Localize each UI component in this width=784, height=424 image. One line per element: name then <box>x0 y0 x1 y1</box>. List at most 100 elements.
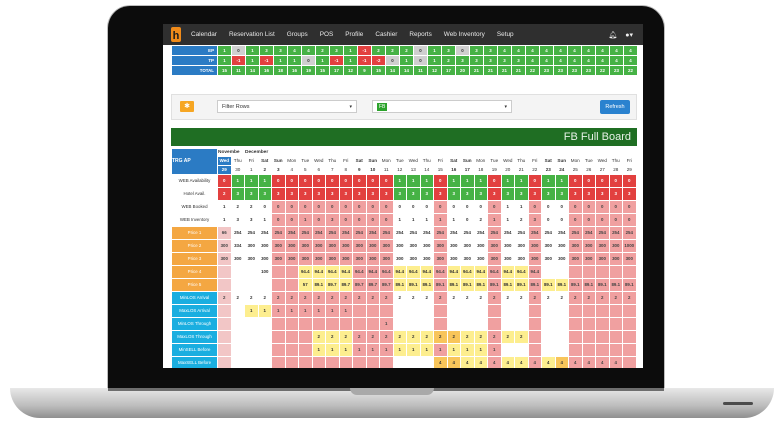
rate-cell[interactable]: 94.4 <box>473 265 488 279</box>
rate-cell[interactable]: 2 <box>271 291 286 305</box>
menu-item-reports[interactable]: Reports <box>409 31 431 38</box>
rate-cell[interactable]: 0 <box>581 213 596 227</box>
rate-cell[interactable]: 254 <box>446 226 461 240</box>
summary-cell[interactable]: 4 <box>595 55 610 66</box>
rate-cell[interactable]: 94.4 <box>514 265 529 279</box>
summary-cell[interactable]: 3 <box>497 55 512 66</box>
rate-cell[interactable]: 300 <box>541 239 556 253</box>
rate-cell[interactable]: 0 <box>527 200 542 214</box>
rate-cell[interactable]: 0 <box>487 174 502 188</box>
rate-cell[interactable]: 254 <box>487 226 502 240</box>
rate-cell[interactable]: 254 <box>365 226 380 240</box>
rate-cell[interactable]: 3 <box>446 187 461 201</box>
app-logo[interactable]: h <box>171 27 181 42</box>
rate-cell[interactable] <box>338 317 353 331</box>
summary-cell[interactable]: 2 <box>315 45 330 56</box>
rate-cell[interactable]: 2 <box>514 330 529 344</box>
rate-cell[interactable]: 300 <box>473 252 488 266</box>
rate-cell[interactable]: 254 <box>554 226 569 240</box>
rate-cell[interactable] <box>217 317 232 331</box>
rate-cell[interactable]: 2 <box>433 330 448 344</box>
rate-cell[interactable] <box>554 330 569 344</box>
date-header[interactable]: 6 <box>311 165 326 175</box>
rate-cell[interactable]: 300 <box>500 252 515 266</box>
rate-cell[interactable]: 1 <box>419 213 434 227</box>
summary-cell[interactable]: 4 <box>623 45 638 56</box>
rate-cell[interactable] <box>257 278 272 292</box>
rate-cell[interactable]: 0 <box>311 200 326 214</box>
rate-cell[interactable]: 254 <box>500 226 515 240</box>
rate-cell[interactable] <box>271 317 286 331</box>
rate-cell[interactable]: 4 <box>568 356 583 368</box>
rate-cell[interactable]: 300 <box>487 252 502 266</box>
rate-cell[interactable]: 0 <box>433 200 448 214</box>
rate-cell[interactable]: 1000 <box>622 239 637 253</box>
rate-cell[interactable]: 0 <box>595 213 610 227</box>
rate-cell[interactable] <box>284 343 299 357</box>
rate-cell[interactable]: 2 <box>406 291 421 305</box>
rate-cell[interactable]: 0 <box>325 174 340 188</box>
date-header[interactable]: 8 <box>338 165 353 175</box>
summary-cell[interactable]: 3 <box>441 45 456 56</box>
rate-cell[interactable]: 89.1 <box>595 278 610 292</box>
rate-cell[interactable]: 0 <box>284 174 299 188</box>
rate-cell[interactable]: 2 <box>284 291 299 305</box>
rate-cell[interactable]: 2 <box>365 291 380 305</box>
rate-cell[interactable]: 0 <box>568 174 583 188</box>
rate-cell[interactable]: 254 <box>568 226 583 240</box>
rate-cell[interactable]: 2 <box>568 291 583 305</box>
rate-cell[interactable]: 2 <box>379 330 394 344</box>
rate-cell[interactable]: 3 <box>527 213 542 227</box>
summary-cell[interactable]: 4 <box>301 45 316 56</box>
rate-cell[interactable]: 4 <box>608 356 623 368</box>
rate-cell[interactable] <box>298 356 313 368</box>
rate-cell[interactable]: 94.4 <box>487 265 502 279</box>
rate-cell[interactable]: 1 <box>406 174 421 188</box>
rate-cell[interactable]: 2 <box>419 291 434 305</box>
rate-cell[interactable]: 1 <box>473 343 488 357</box>
rate-cell[interactable]: 254 <box>284 226 299 240</box>
rate-cell[interactable] <box>541 343 556 357</box>
rate-cell[interactable]: 2 <box>622 291 637 305</box>
rate-cell[interactable]: 2 <box>473 213 488 227</box>
rate-cell[interactable]: 0 <box>595 200 610 214</box>
rate-cell[interactable]: 254 <box>311 226 326 240</box>
summary-cell[interactable]: 4 <box>581 45 596 56</box>
rate-cell[interactable]: 0 <box>338 200 353 214</box>
rate-cell[interactable]: 1 <box>541 174 556 188</box>
rate-cell[interactable] <box>595 304 610 318</box>
rate-cell[interactable]: 0 <box>298 200 313 214</box>
rate-cell[interactable]: 66 <box>217 226 232 240</box>
rate-cell[interactable]: 300 <box>392 252 407 266</box>
rate-cell[interactable] <box>392 304 407 318</box>
rate-cell[interactable]: 300 <box>460 239 475 253</box>
rate-cell[interactable]: 4 <box>527 356 542 368</box>
rate-cell[interactable]: 2 <box>554 291 569 305</box>
rate-cell[interactable]: 300 <box>527 239 542 253</box>
date-header[interactable]: 27 <box>595 165 610 175</box>
rate-cell[interactable]: 254 <box>257 226 272 240</box>
rate-cell[interactable] <box>433 304 448 318</box>
rate-cell[interactable]: 3 <box>460 187 475 201</box>
rate-cell[interactable]: 0 <box>365 213 380 227</box>
rate-cell[interactable]: 1 <box>514 174 529 188</box>
rate-cell[interactable]: 2 <box>487 330 502 344</box>
rate-cell[interactable]: 89.7 <box>365 278 380 292</box>
summary-cell[interactable]: 0 <box>413 45 428 56</box>
rate-cell[interactable]: 0 <box>608 213 623 227</box>
rate-cell[interactable]: 300 <box>325 239 340 253</box>
rate-cell[interactable]: 300 <box>338 239 353 253</box>
rate-cell[interactable]: 0 <box>568 200 583 214</box>
rate-cell[interactable]: 2 <box>473 291 488 305</box>
rate-cell[interactable]: 1 <box>433 343 448 357</box>
rate-cell[interactable] <box>554 317 569 331</box>
rate-cell[interactable]: 2 <box>595 291 610 305</box>
summary-cell[interactable]: 23 <box>609 65 624 76</box>
rate-cell[interactable]: 0 <box>487 200 502 214</box>
summary-cell[interactable]: 2 <box>385 45 400 56</box>
rate-cell[interactable] <box>271 356 286 368</box>
date-header[interactable]: 26 <box>581 165 596 175</box>
rate-cell[interactable]: 2 <box>338 330 353 344</box>
rate-cell[interactable]: 300 <box>257 239 272 253</box>
rate-cell[interactable]: 2 <box>419 330 434 344</box>
